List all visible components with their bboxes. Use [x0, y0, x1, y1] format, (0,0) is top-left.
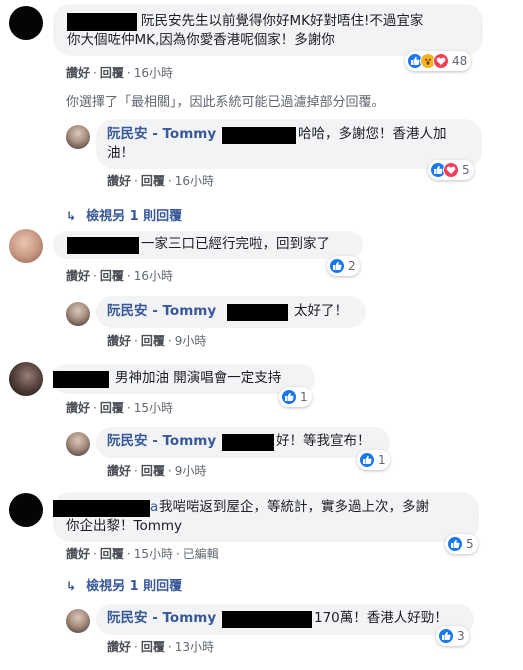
reaction-count: 5	[466, 537, 474, 551]
view-more-label: 檢視另 1 則回覆	[86, 579, 183, 594]
like-link[interactable]: 讚好	[66, 401, 90, 415]
comment-text: 你企出黎！Tommy	[66, 518, 183, 534]
reply-link[interactable]: 回覆	[141, 334, 165, 348]
reply-actions: 讚好 · 回覆 · 13小時	[107, 640, 214, 654]
like-link[interactable]: 讚好	[107, 334, 131, 348]
reaction-count: 3	[457, 629, 465, 643]
reaction-summary[interactable]: 1	[279, 387, 312, 407]
avatar[interactable]	[9, 493, 43, 527]
timestamp[interactable]: 9小時	[175, 464, 207, 478]
heart-icon	[443, 162, 459, 178]
comment-actions: 讚好 · 回覆 · 15小時 · 已編輯	[66, 547, 219, 561]
reaction-summary[interactable]: 5	[428, 160, 474, 180]
redacted-commenter-name	[53, 500, 150, 517]
reply-arrow-icon: ↳	[66, 209, 77, 223]
reply-link[interactable]: 回覆	[141, 464, 165, 478]
reaction-summary[interactable]: 3	[436, 626, 469, 646]
timestamp[interactable]: 13小時	[175, 640, 214, 654]
timestamp[interactable]: 16小時	[134, 269, 173, 283]
redacted-mention	[222, 611, 312, 628]
reaction-summary[interactable]: 5	[445, 534, 478, 554]
thumbs-up-icon	[438, 628, 454, 644]
reply-text: 好！等我宣布！	[276, 433, 371, 449]
thumbs-up-icon	[447, 536, 463, 552]
reaction-count: 1	[300, 390, 308, 404]
like-link[interactable]: 讚好	[66, 66, 90, 80]
redacted-mention	[222, 434, 274, 451]
comment-actions: 讚好 · 回覆 · 16小時	[66, 269, 173, 283]
avatar[interactable]	[66, 609, 90, 633]
heart-icon	[433, 53, 449, 69]
like-link[interactable]: 讚好	[107, 174, 131, 188]
avatar[interactable]	[66, 125, 90, 149]
filter-notice: 你選擇了「最相關」，因此系統可能已過濾掉部分回覆。	[66, 95, 385, 110]
thumbs-up-icon	[281, 389, 297, 405]
reply-link[interactable]: 回覆	[141, 640, 165, 654]
comment-actions: 讚好 · 回覆 · 15小時	[66, 401, 173, 415]
author-name-link[interactable]: 阮民安 - Tommy	[107, 125, 216, 144]
name-fragment: a	[150, 499, 159, 515]
avatar[interactable]	[9, 6, 43, 40]
reply-text: 170萬！香港人好勁！	[314, 610, 448, 626]
edited-label: 已編輯	[182, 547, 219, 561]
timestamp[interactable]: 16小時	[175, 174, 214, 188]
comment-text: 男神加油 開演唱會一定支持	[115, 370, 282, 386]
thumbs-up-icon	[329, 258, 345, 274]
reply-actions: 讚好 · 回覆 · 9小時	[107, 464, 207, 478]
author-name-link[interactable]: 阮民安 - Tommy	[107, 302, 216, 321]
avatar[interactable]	[9, 229, 43, 263]
thumbs-up-icon	[359, 452, 375, 468]
timestamp[interactable]: 15小時	[134, 547, 173, 561]
reaction-summary[interactable]: 2	[327, 256, 360, 276]
reaction-count: 1	[378, 453, 386, 467]
timestamp[interactable]: 15小時	[134, 401, 173, 415]
author-name-link[interactable]: 阮民安 - Tommy	[107, 432, 216, 451]
reply-link[interactable]: 回覆	[141, 174, 165, 188]
comment-actions: 讚好 · 回覆 · 16小時	[66, 66, 173, 80]
view-more-replies-link[interactable]: ↳ 檢視另 1 則回覆	[66, 205, 182, 224]
author-name-link[interactable]: 阮民安 - Tommy	[107, 609, 216, 628]
reply-arrow-icon: ↳	[66, 579, 77, 593]
comment-text: 你大個咗仲MK,因為你愛香港呢個家！多謝你	[67, 32, 335, 48]
avatar[interactable]	[9, 362, 43, 396]
comment-text: 我啱啱返到屋企，等統計，實多過上次，多謝	[159, 499, 429, 515]
reply-text: 油！	[107, 145, 134, 161]
reaction-count: 48	[452, 54, 468, 68]
timestamp[interactable]: 9小時	[175, 334, 207, 348]
avatar[interactable]	[66, 432, 90, 456]
avatar[interactable]	[66, 302, 90, 326]
view-more-label: 檢視另 1 則回覆	[86, 209, 183, 224]
timestamp[interactable]: 16小時	[134, 66, 173, 80]
reply-link[interactable]: 回覆	[100, 547, 124, 561]
reaction-count: 2	[348, 259, 356, 273]
like-link[interactable]: 讚好	[107, 640, 131, 654]
reply-actions: 讚好 · 回覆 · 9小時	[107, 334, 207, 348]
reaction-summary[interactable]: 48	[405, 51, 472, 71]
view-more-replies-link[interactable]: ↳ 檢視另 1 則回覆	[66, 575, 182, 594]
like-link[interactable]: 讚好	[107, 464, 131, 478]
redacted-mention	[227, 304, 288, 321]
redacted-commenter-name	[67, 237, 139, 254]
comment-text: 阮民安先生以前覺得你好MK好對唔住!不過宜家	[141, 13, 424, 29]
redacted-commenter-name	[67, 13, 137, 31]
comment-text: 一家三口已經行完啦，回到家了	[141, 236, 330, 252]
redacted-mention	[222, 127, 296, 144]
reply-text: 太好了！	[294, 303, 348, 319]
reply-actions: 讚好 · 回覆 · 16小時	[107, 174, 214, 188]
like-link[interactable]: 讚好	[66, 269, 90, 283]
redacted-commenter-name	[53, 371, 109, 388]
reaction-summary[interactable]: 1	[357, 450, 390, 470]
reply-link[interactable]: 回覆	[100, 269, 124, 283]
reply-link[interactable]: 回覆	[100, 66, 124, 80]
reply-link[interactable]: 回覆	[100, 401, 124, 415]
reply-text: 哈哈，多謝您！香港人加	[298, 126, 447, 142]
like-link[interactable]: 讚好	[66, 547, 90, 561]
reaction-count: 5	[462, 163, 470, 177]
